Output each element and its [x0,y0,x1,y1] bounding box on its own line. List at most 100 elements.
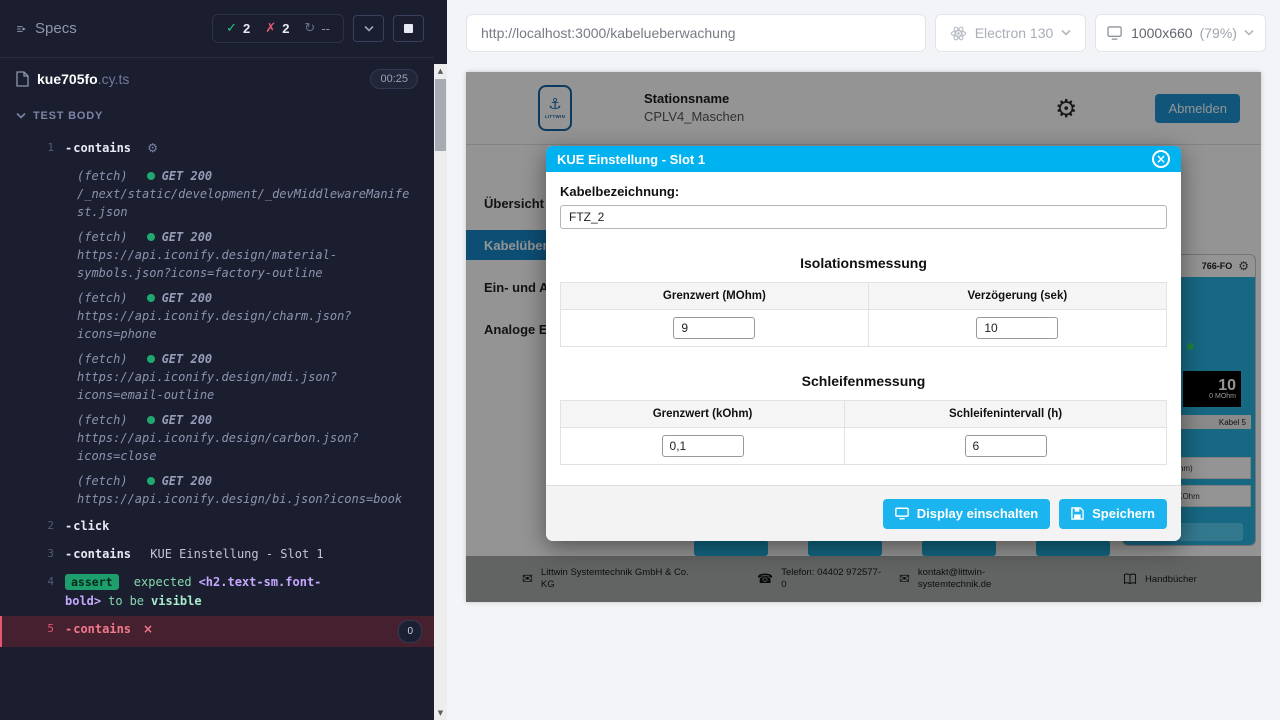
stop-run-button[interactable] [393,15,424,42]
fetch-log-row[interactable]: (fetch) GET 200 https://api.iconify.desi… [0,470,434,510]
specs-list-icon[interactable] [16,24,26,34]
aut-frame: ⚓ LITTWIN Stationsname CPLV4_Maschen ⚙ A… [466,72,1261,602]
fetch-log-row[interactable]: (fetch) GET 200 https://api.iconify.desi… [0,409,434,467]
fetch-label: (fetch) [77,472,128,490]
command-row[interactable]: 3 contains KUE Einstellung - Slot 1 [0,541,434,568]
column-header: Grenzwert (kOhm) [561,401,845,428]
fetch-log-row[interactable]: (fetch) GET 200 https://api.iconify.desi… [0,287,434,345]
url-bar[interactable]: http://localhost:3000/kabelueberwachung [466,14,926,52]
fetch-log-row[interactable]: (fetch) GET 200 /_next/static/developmen… [0,165,434,223]
fetch-status: GET 200 [162,167,213,185]
viewport-icon [1107,26,1124,41]
command-number: 3 [34,545,54,564]
gear-icon: ⚙ [147,141,158,155]
fetch-url: https://api.iconify.design/carbon.json?i… [77,429,416,465]
display-einschalten-button[interactable]: Display einschalten [883,499,1050,529]
stat-passed[interactable]: ✓ 2 [226,21,250,36]
fetch-log-row[interactable]: (fetch) GET 200 https://api.iconify.desi… [0,226,434,284]
fetch-label: (fetch) [77,167,128,185]
browser-select[interactable]: Electron 130 [935,14,1086,52]
success-dot-icon [147,477,155,485]
reporter-scrollbar[interactable]: ▲ ▼ [434,64,447,720]
modal-footer: Display einschalten Speichern [546,485,1181,541]
command-number: 1 [34,139,54,158]
command-number: 2 [34,517,54,536]
stat-failed[interactable]: ✗ 2 [265,21,289,36]
command-row[interactable]: 2 click [0,513,434,540]
verzoegerung-sek-input[interactable] [976,317,1058,339]
fetch-status: GET 200 [162,411,213,429]
passed-check-icon: ✓ [226,21,237,36]
chevron-down-icon [1244,28,1254,38]
test-body-label: TEST BODY [33,110,103,122]
kabelbezeichnung-input[interactable] [560,205,1167,229]
modal-title: KUE Einstellung - Slot 1 [557,152,705,167]
passed-count: 2 [243,21,250,36]
viewport-zoom: (79%) [1200,25,1237,41]
pending-icon: ↻ [304,21,315,36]
assert-badge: assert [65,574,119,590]
command-method: contains [65,141,131,155]
spec-file-icon [16,71,29,87]
schleifenmessung-title: Schleifenmessung [560,373,1167,389]
fetch-status: GET 200 [162,289,213,307]
spec-name: kue705fo [37,71,98,87]
column-header: Schleifenintervall (h) [845,401,1167,428]
save-floppy-icon [1071,507,1084,520]
specs-label[interactable]: Specs [35,20,77,37]
fetch-url: https://api.iconify.design/mdi.json?icon… [77,368,416,404]
scrollbar-thumb[interactable] [435,79,446,151]
runner-panel: http://localhost:3000/kabelueberwachung … [447,0,1280,720]
scroll-down-arrow[interactable]: ▼ [434,706,447,720]
scroll-up-arrow[interactable]: ▲ [434,64,447,78]
fetch-label: (fetch) [77,411,128,429]
spec-file-row[interactable]: kue705fo .cy.ts 00:25 [0,58,434,100]
column-header: Verzögerung (sek) [868,283,1166,310]
command-method: contains [65,620,131,643]
command-argument: × [143,620,153,643]
viewport-size: 1000x660 [1131,25,1193,41]
grenzwert-mohm-input[interactable] [673,317,755,339]
isolationsmessung-table: Grenzwert (MOhm) Verzögerung (sek) [560,282,1167,347]
stop-icon [404,24,413,33]
fetch-url: https://api.iconify.design/material-symb… [77,246,416,282]
viewport-select[interactable]: 1000x660 (79%) [1095,14,1266,52]
speichern-button[interactable]: Speichern [1059,499,1167,529]
monitor-icon [895,507,909,520]
failed-command-row[interactable]: 5 contains × 0 [0,616,434,647]
command-number: 4 [34,573,54,611]
electron-icon [950,25,967,42]
fetch-url: https://api.iconify.design/charm.json?ic… [77,307,416,343]
test-stats[interactable]: ✓ 2 ✗ 2 ↻ -- [212,14,344,43]
runner-topbar: http://localhost:3000/kabelueberwachung … [447,0,1280,52]
grenzwert-kohm-input[interactable] [662,435,744,457]
command-method: click [65,519,109,533]
schleifenmessung-table: Grenzwert (kOhm) Schleifenintervall (h) [560,400,1167,465]
fetch-label: (fetch) [77,289,128,307]
command-number: 5 [34,620,54,643]
command-row[interactable]: 1 contains ⚙ [0,135,434,162]
success-dot-icon [147,233,155,241]
spec-extension: .cy.ts [98,71,130,87]
chevron-down-icon [16,111,26,121]
failed-x-icon: ✗ [265,21,276,36]
browser-name: Electron 130 [975,25,1054,41]
success-dot-icon [147,294,155,302]
test-body-toggle[interactable]: TEST BODY [0,100,434,130]
fetch-url: /_next/static/development/_devMiddleware… [77,185,416,221]
scrollbar-cap [434,0,447,64]
fetch-status: GET 200 [162,350,213,368]
schleifenintervall-input[interactable] [965,435,1047,457]
fetch-log-row[interactable]: (fetch) GET 200 https://api.iconify.desi… [0,348,434,406]
fetch-label: (fetch) [77,228,128,246]
assert-row[interactable]: 4 assert expected<h2.text-sm.font-bold>t… [0,569,434,615]
aut-url: http://localhost:3000/kabelueberwachung [481,25,736,41]
column-header: Grenzwert (MOhm) [561,283,869,310]
close-icon[interactable]: × [1152,150,1170,168]
stat-pending[interactable]: ↻ -- [304,21,330,36]
fetch-status: GET 200 [162,228,213,246]
fetch-label: (fetch) [77,350,128,368]
collapse-reporter-button[interactable] [353,15,384,42]
chevron-down-icon [364,24,374,34]
reporter-header: Specs ✓ 2 ✗ 2 ↻ -- [0,0,434,58]
